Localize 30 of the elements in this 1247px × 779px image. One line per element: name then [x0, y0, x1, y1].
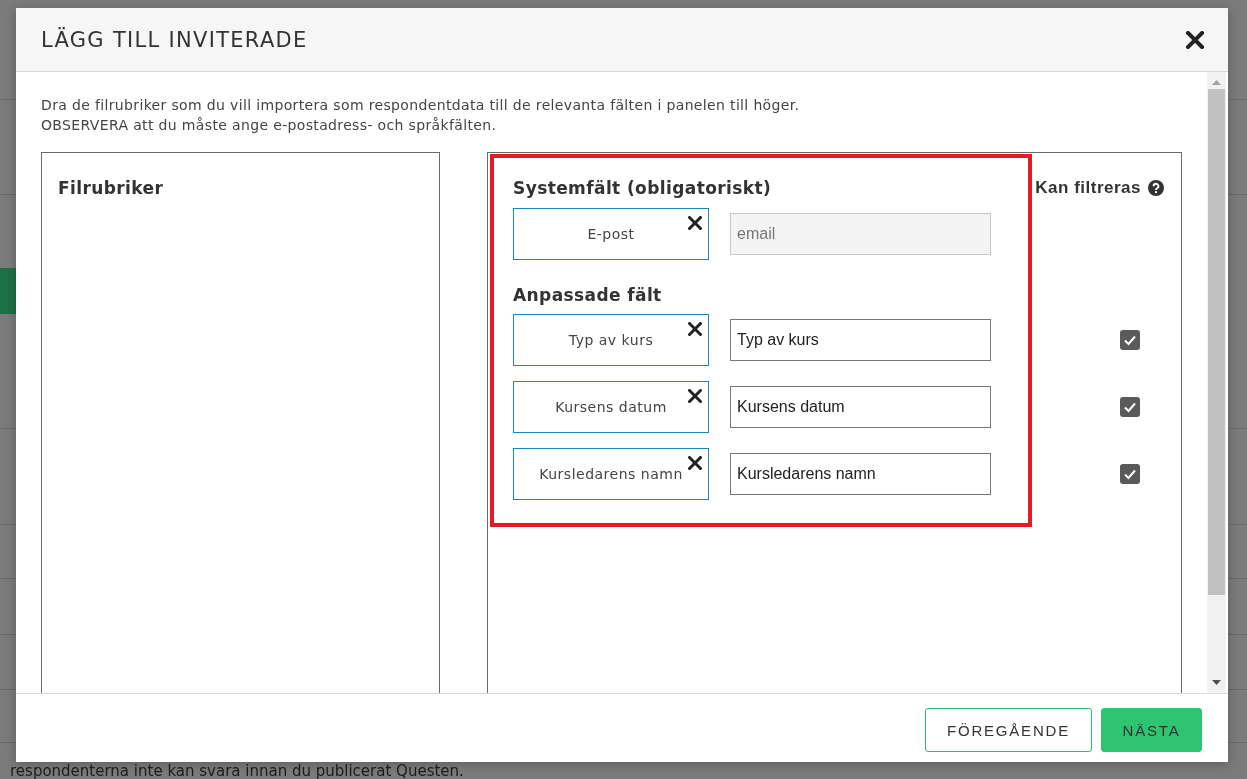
nav-button[interactable]: NÄSTA	[1101, 708, 1202, 752]
checkbox[interactable]	[1120, 330, 1140, 350]
panel-title: Filrubriker	[58, 177, 164, 199]
instruction-text: Dra de filrubriker som du vill importera som respondentdata till de relevanta fälten i panelen till höger.	[41, 96, 800, 115]
nav-button[interactable]: FÖREGÅENDE	[925, 708, 1092, 752]
file-header-chip[interactable]: Typ av kurs	[513, 314, 709, 366]
section-title: Anpassade fält	[513, 284, 662, 306]
scrollbar[interactable]	[1207, 72, 1226, 693]
text-field[interactable]: Kursens datum	[730, 386, 991, 428]
close-icon[interactable]	[1186, 30, 1204, 49]
close-icon[interactable]	[688, 456, 702, 470]
scrollbar-thumb[interactable]	[1208, 89, 1225, 595]
button-edge	[0, 268, 16, 314]
close-icon[interactable]	[688, 216, 702, 230]
section-title: Systemfält (obligatoriskt)	[513, 177, 772, 199]
checkbox[interactable]	[1120, 397, 1140, 417]
help-icon[interactable]	[1148, 180, 1164, 196]
dialog-title: LÄGG TILL INVITERADE	[41, 27, 308, 52]
caret-down-icon[interactable]	[1212, 680, 1221, 685]
file-header-chip[interactable]: Kursens datum	[513, 381, 709, 433]
checkbox[interactable]	[1120, 464, 1140, 484]
text-field[interactable]: Kursledarens namn	[730, 453, 991, 495]
page-note: respondenterna inte kan svara innan du publicerat Questen.	[10, 763, 464, 779]
column-heading: Kan filtreras	[1035, 177, 1141, 199]
text-field[interactable]: Typ av kurs	[730, 319, 991, 361]
file-header-chip[interactable]: E-post	[513, 208, 709, 260]
close-icon[interactable]	[688, 389, 702, 403]
instruction-text: OBSERVERA att du måste ange e-postadress- och språkfälten.	[41, 116, 497, 135]
file-header-chip[interactable]: Kursledarens namn	[513, 448, 709, 500]
close-icon[interactable]	[688, 322, 702, 336]
